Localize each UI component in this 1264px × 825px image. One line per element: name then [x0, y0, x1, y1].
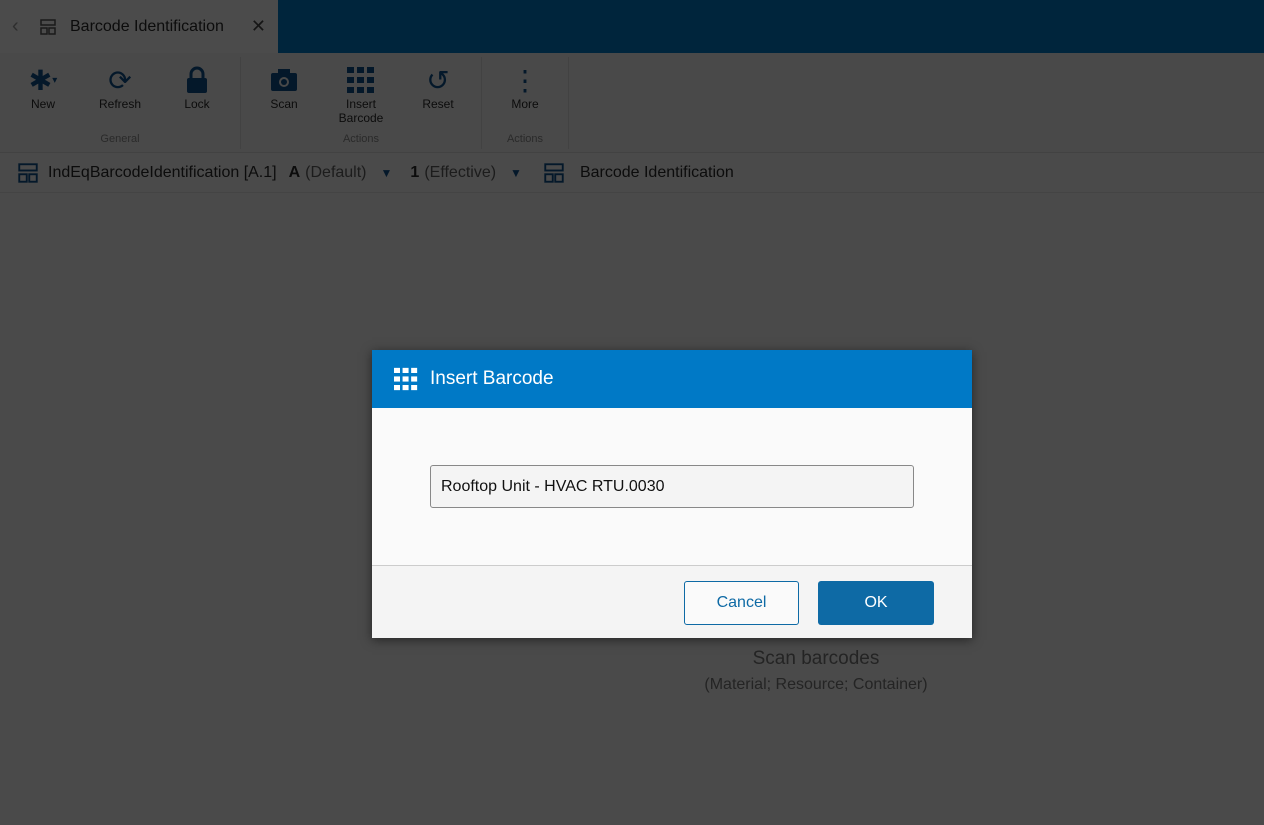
scan-hint-sub: (Material; Resource; Container) — [704, 676, 928, 693]
layout-icon — [18, 162, 38, 183]
group-label: Actions — [506, 133, 544, 145]
group-more: ⋮ More Actions — [482, 57, 569, 149]
refresh-icon: ⟳ — [108, 64, 132, 96]
keypad-icon — [326, 63, 396, 97]
keypad-icon — [394, 367, 418, 391]
revision-note: (Default) — [305, 163, 367, 181]
reset-button[interactable]: ↺ Reset — [403, 63, 473, 112]
layout-icon — [544, 162, 564, 183]
dialog-title: Insert Barcode — [430, 368, 554, 389]
dialog-header: Insert Barcode — [372, 350, 972, 408]
dialog-footer: Cancel OK — [372, 566, 972, 638]
new-label: New — [30, 97, 55, 111]
back-icon[interactable]: ‹ — [12, 15, 30, 38]
version: 1 — [410, 163, 420, 181]
barcode-input[interactable] — [430, 465, 914, 508]
tab-barcode-identification[interactable]: ‹ Barcode Identification ✕ — [0, 0, 278, 53]
scan-label: Scan — [270, 97, 298, 111]
asterisk-icon: ✱ ▾ — [28, 64, 58, 96]
refresh-button[interactable]: ⟳ Refresh — [85, 63, 155, 112]
breadcrumb: IndEqBarcodeIdentification [A.1] A (Defa… — [0, 153, 1264, 193]
revision-dropdown-icon[interactable]: ▼ — [381, 166, 393, 180]
close-icon[interactable]: ✕ — [251, 16, 266, 37]
scan-hint: Scan barcodes — [752, 648, 880, 669]
group-label: General — [100, 133, 140, 145]
lock-button[interactable]: Lock — [162, 63, 232, 111]
camera-icon — [249, 63, 319, 97]
lock-icon — [162, 63, 232, 97]
insert-barcode-dialog: Insert Barcode Cancel OK — [372, 350, 972, 638]
more-vertical-icon: ⋮ — [511, 64, 539, 96]
dialog-body — [372, 408, 972, 566]
reset-label: Reset — [422, 97, 454, 111]
more-label: More — [511, 97, 539, 111]
page-title: Barcode Identification — [579, 163, 734, 181]
ribbon: ✱ ▾ New ⟳ Refresh Lock General Scan Insert … — [0, 53, 1264, 153]
ok-button[interactable]: OK — [818, 581, 934, 625]
version-dropdown-icon[interactable]: ▼ — [510, 166, 522, 180]
tab-title: Barcode Identification — [70, 17, 224, 35]
new-button[interactable]: ✱ ▾ New — [8, 63, 78, 112]
more-button[interactable]: ⋮ More — [490, 63, 560, 112]
page-name: IndEqBarcodeIdentification [A.1] — [48, 163, 277, 181]
group-general: ✱ ▾ New ⟳ Refresh Lock General — [0, 57, 241, 149]
version-note: (Effective) — [424, 163, 497, 181]
scan-button[interactable]: Scan — [249, 63, 319, 111]
reset-icon: ↺ — [426, 64, 450, 96]
cancel-button[interactable]: Cancel — [684, 581, 799, 625]
group-label: Actions — [342, 133, 380, 145]
group-actions: Scan Insert Barcode ↺ Reset Actions — [241, 57, 482, 149]
layout-icon — [40, 18, 56, 35]
refresh-label: Refresh — [98, 97, 142, 111]
lock-label: Lock — [184, 97, 210, 111]
insert-barcode-button[interactable]: Insert Barcode — [326, 63, 396, 125]
revision: A — [288, 163, 301, 181]
insert-label: Insert Barcode — [338, 97, 384, 125]
